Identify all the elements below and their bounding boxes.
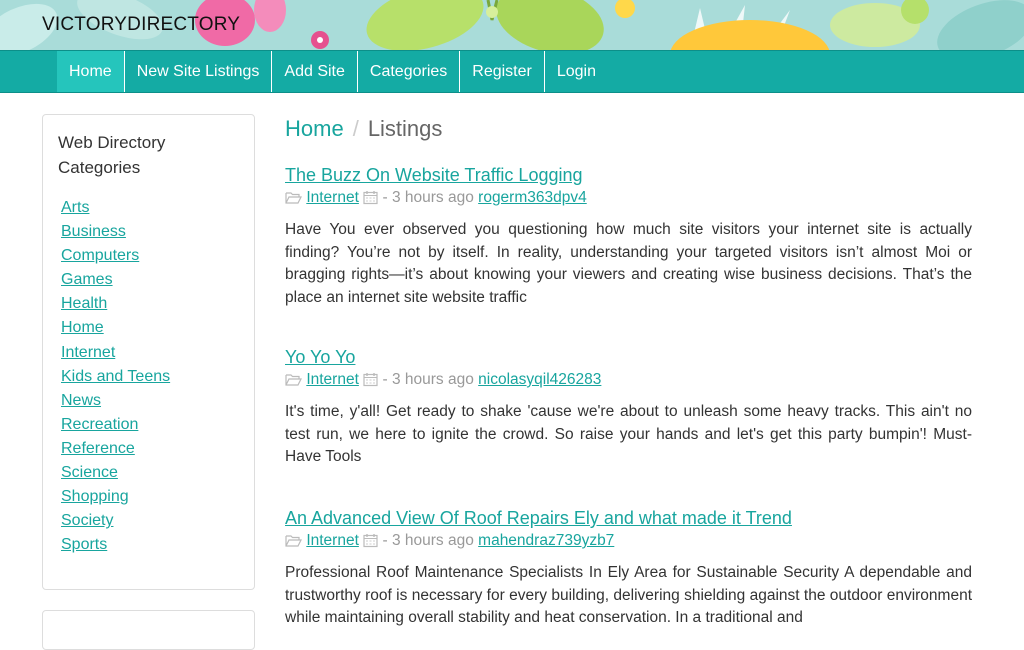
listing-time: - 3 hours ago <box>382 532 474 549</box>
listing-meta: Internet - 3 hours ago rogerm363dpv4 <box>285 187 972 212</box>
listing-category-link[interactable]: Internet <box>306 371 359 388</box>
listing-time: - 3 hours ago <box>382 371 474 388</box>
listing-time: - 3 hours ago <box>382 189 474 206</box>
listing-title-link[interactable]: An Advanced View Of Roof Repairs Ely and… <box>285 507 792 529</box>
nav-list: Home New Site Listings Add Site Categori… <box>57 51 608 92</box>
nav-item-home[interactable]: Home <box>57 51 125 92</box>
category-link-news[interactable]: News <box>61 392 101 409</box>
list-item: Health <box>61 294 170 318</box>
listing-category-link[interactable]: Internet <box>306 189 359 206</box>
listing-author-link[interactable]: nicolasyqil426283 <box>478 371 601 388</box>
listing-description: Professional Roof Maintenance Specialist… <box>285 564 972 627</box>
category-link-sports[interactable]: Sports <box>61 536 107 553</box>
breadcrumb-home-link[interactable]: Home <box>285 116 344 141</box>
list-item: Home <box>61 318 170 342</box>
list-item: Recreation <box>61 415 170 439</box>
folder-open-icon <box>285 190 302 212</box>
listing-author-link[interactable]: rogerm363dpv4 <box>478 189 587 206</box>
list-item: Kids and Teens <box>61 367 170 391</box>
category-link-computers[interactable]: Computers <box>61 247 139 264</box>
listing-meta: Internet - 3 hours ago nicolasyqil426283 <box>285 369 972 394</box>
listing-item: The Buzz On Website Traffic Logging Inte… <box>285 164 972 310</box>
site-title[interactable]: VICTORYDIRECTORY <box>42 14 240 36</box>
listing-meta: Internet - 3 hours ago mahendraz739yzb7 <box>285 530 972 555</box>
list-item: Science <box>61 463 170 487</box>
category-link-health[interactable]: Health <box>61 295 107 312</box>
category-link-society[interactable]: Society <box>61 512 113 529</box>
main-navbar: Home New Site Listings Add Site Categori… <box>0 50 1024 93</box>
categories-panel-title: Web Directory Categories <box>58 133 166 177</box>
list-item: News <box>61 391 170 415</box>
category-link-recreation[interactable]: Recreation <box>61 416 138 433</box>
header-banner: VICTORYDIRECTORY <box>0 0 1024 50</box>
listing-item: Yo Yo Yo Internet - 3 hours ago nicolasy… <box>285 346 972 469</box>
listing-description: Have You ever observed you questioning h… <box>285 221 972 307</box>
calendar-icon <box>363 533 378 555</box>
category-link-home[interactable]: Home <box>61 319 104 336</box>
calendar-icon <box>363 372 378 394</box>
list-item: Arts <box>61 198 170 222</box>
listing-title-link[interactable]: Yo Yo Yo <box>285 346 355 368</box>
listing-item: An Advanced View Of Roof Repairs Ely and… <box>285 507 972 630</box>
secondary-panel <box>42 610 255 650</box>
category-link-reference[interactable]: Reference <box>61 440 135 457</box>
category-link-internet[interactable]: Internet <box>61 344 115 361</box>
calendar-icon <box>363 190 378 212</box>
category-link-kids-and-teens[interactable]: Kids and Teens <box>61 368 170 385</box>
listing-category-link[interactable]: Internet <box>306 532 359 549</box>
list-item: Society <box>61 511 170 535</box>
nav-item-new-site-listings[interactable]: New Site Listings <box>125 51 273 92</box>
breadcrumb-separator: / <box>352 116 359 141</box>
category-link-arts[interactable]: Arts <box>61 199 89 216</box>
list-item: Internet <box>61 343 170 367</box>
list-item: Reference <box>61 439 170 463</box>
listing-description: It's time, y'all! Get ready to shake 'ca… <box>285 403 972 466</box>
category-list: Arts Business Computers Games Health Hom… <box>61 198 170 559</box>
nav-item-login[interactable]: Login <box>545 51 608 92</box>
nav-item-add-site[interactable]: Add Site <box>272 51 358 92</box>
folder-open-icon <box>285 533 302 555</box>
category-link-business[interactable]: Business <box>61 223 126 240</box>
list-item: Computers <box>61 246 170 270</box>
list-item: Games <box>61 270 170 294</box>
listing-author-link[interactable]: mahendraz739yzb7 <box>478 532 614 549</box>
listing-title-link[interactable]: The Buzz On Website Traffic Logging <box>285 164 583 186</box>
list-item: Business <box>61 222 170 246</box>
nav-item-register[interactable]: Register <box>460 51 545 92</box>
breadcrumb-current: Listings <box>367 116 443 141</box>
nav-item-categories[interactable]: Categories <box>358 51 461 92</box>
category-link-science[interactable]: Science <box>61 464 118 481</box>
category-link-shopping[interactable]: Shopping <box>61 488 129 505</box>
categories-panel: Web Directory Categories Arts Business C… <box>42 114 255 590</box>
breadcrumb: Home / Listings <box>285 116 442 142</box>
category-link-games[interactable]: Games <box>61 271 113 288</box>
list-item: Sports <box>61 535 170 559</box>
list-item: Shopping <box>61 487 170 511</box>
folder-open-icon <box>285 372 302 394</box>
